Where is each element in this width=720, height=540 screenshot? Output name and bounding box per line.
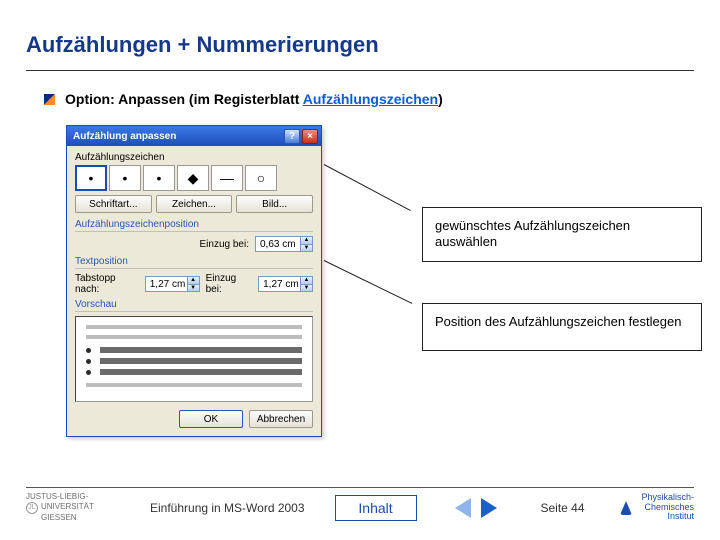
- footer-rule: [26, 487, 694, 488]
- spin-up-icon[interactable]: ▲: [301, 277, 312, 285]
- toc-button[interactable]: Inhalt: [335, 495, 417, 521]
- page-number: Seite 44: [540, 501, 620, 515]
- bullet-line: Option: Anpassen (im Registerblatt Aufzä…: [44, 91, 694, 107]
- bullet-option[interactable]: •: [109, 165, 141, 191]
- spin-down-icon[interactable]: ▼: [301, 245, 312, 252]
- dialog-title: Aufzählung anpassen: [73, 131, 282, 142]
- dialog-titlebar: Aufzählung anpassen ? ×: [67, 126, 321, 146]
- indent2-value: 1,27 cm: [263, 279, 299, 290]
- help-icon[interactable]: ?: [284, 129, 300, 144]
- font-button[interactable]: Schriftart...: [75, 195, 152, 213]
- tab-after-input[interactable]: 1,27 cm ▲▼: [145, 276, 200, 292]
- bullet-option[interactable]: ◆: [177, 165, 209, 191]
- uni-line1: JUSTUS-LIEBIG-: [26, 493, 110, 501]
- tab-after-value: 1,27 cm: [150, 279, 186, 290]
- label-bullet-section: Aufzählungszeichen: [75, 152, 313, 163]
- bullet-select-grid: • • • ◆ — ○: [75, 165, 313, 191]
- callout-leader: [324, 164, 411, 211]
- label-text-position: Textposition: [75, 256, 313, 269]
- picture-button[interactable]: Bild...: [236, 195, 313, 213]
- callout-set-position: Position des Aufzählungszeichen festlege…: [422, 303, 702, 351]
- bullet-option[interactable]: ○: [245, 165, 277, 191]
- slide-title: Aufzählungen + Nummerierungen: [0, 0, 720, 70]
- spin-up-icon[interactable]: ▲: [301, 237, 312, 245]
- pci-line3: Institut: [667, 511, 694, 521]
- character-button[interactable]: Zeichen...: [156, 195, 233, 213]
- indent-at-value: 0,63 cm: [260, 239, 296, 250]
- dialog-customize-bullets: Aufzählung anpassen ? × Aufzählungszeich…: [66, 125, 322, 437]
- label-bullet-position: Aufzählungszeichenposition: [75, 219, 313, 232]
- bullet-option[interactable]: •: [143, 165, 175, 191]
- callout-select-bullet: gewünschtes Aufzählungszeichen auswählen: [422, 207, 702, 262]
- bullet-link[interactable]: Aufzählungszeichen: [303, 91, 438, 107]
- bullet-text: Option: Anpassen (im Registerblatt Aufzä…: [65, 91, 443, 107]
- institute-logo: Physikalisch- Chemisches Institut: [620, 493, 694, 521]
- seal-icon: JL: [26, 502, 38, 514]
- spin-down-icon[interactable]: ▼: [301, 285, 312, 292]
- list-bullet-icon: [44, 94, 55, 105]
- spin-down-icon[interactable]: ▼: [188, 285, 199, 292]
- prev-slide-icon[interactable]: [455, 498, 471, 518]
- indent2-input[interactable]: 1,27 cm ▲▼: [258, 276, 313, 292]
- indent2-label: Einzug bei:: [206, 273, 253, 295]
- bullet-prefix: Option: Anpassen (im Registerblatt: [65, 91, 303, 107]
- indent-at-input[interactable]: 0,63 cm ▲▼: [255, 236, 313, 252]
- ok-button[interactable]: OK: [179, 410, 243, 428]
- indent-at-label: Einzug bei:: [200, 239, 249, 250]
- flask-icon: [620, 501, 632, 515]
- uni-line2: UNIVERSITÄT: [41, 503, 94, 511]
- cancel-button[interactable]: Abbrechen: [249, 410, 313, 428]
- next-slide-icon[interactable]: [481, 498, 497, 518]
- bullet-suffix: ): [438, 91, 443, 107]
- spin-up-icon[interactable]: ▲: [188, 277, 199, 285]
- slide-footer: JUSTUS-LIEBIG- JLUNIVERSITÄT GIESSEN Ein…: [0, 493, 720, 522]
- uni-line3: GIESSEN: [26, 514, 110, 522]
- university-logo: JUSTUS-LIEBIG- JLUNIVERSITÄT GIESSEN: [26, 493, 110, 522]
- course-title: Einführung in MS-Word 2003: [150, 501, 305, 515]
- close-icon[interactable]: ×: [302, 129, 318, 144]
- callout-leader: [324, 260, 413, 304]
- tab-after-label: Tabstopp nach:: [75, 273, 139, 295]
- bullet-option[interactable]: —: [211, 165, 243, 191]
- label-preview: Vorschau: [75, 299, 313, 312]
- slide-body: Option: Anpassen (im Registerblatt Aufzä…: [0, 71, 720, 455]
- bullet-option[interactable]: •: [75, 165, 107, 191]
- preview-box: [75, 316, 313, 402]
